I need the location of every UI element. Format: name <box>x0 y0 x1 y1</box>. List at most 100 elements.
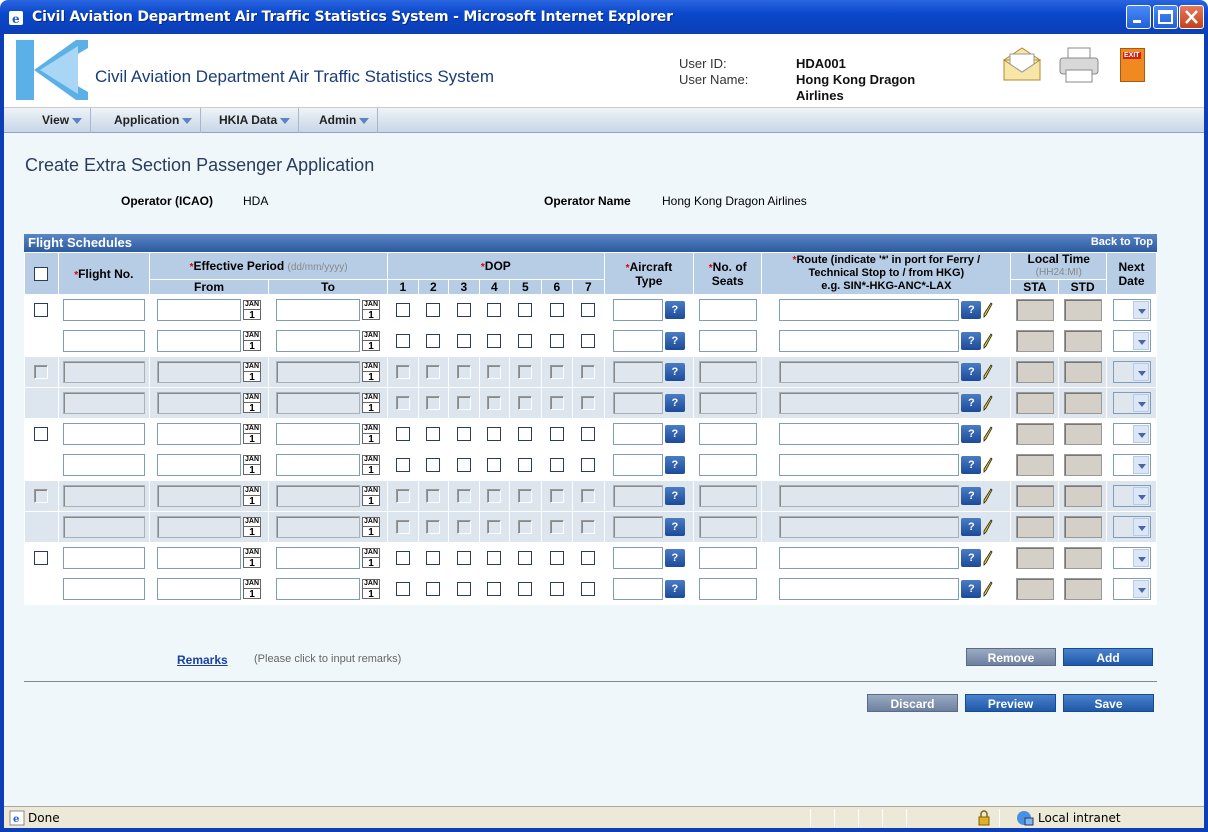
flight-no-input[interactable] <box>62 485 145 507</box>
preview-button[interactable]: Preview <box>965 694 1056 712</box>
dop-checkbox[interactable] <box>395 458 410 473</box>
dop-checkbox[interactable] <box>426 458 441 473</box>
back-to-top-link[interactable]: Back to Top <box>1091 236 1153 248</box>
remove-button[interactable]: Remove <box>966 648 1056 666</box>
dop-checkbox[interactable] <box>518 334 533 349</box>
std-input[interactable] <box>1063 299 1102 321</box>
dop-checkbox[interactable] <box>581 458 596 473</box>
dop-checkbox[interactable] <box>426 520 441 535</box>
next-date-select[interactable] <box>1112 547 1151 569</box>
print-icon[interactable] <box>1058 46 1100 84</box>
seats-input[interactable] <box>698 516 757 538</box>
lookup-button[interactable]: ? <box>664 363 685 381</box>
pencil-icon[interactable] <box>983 333 993 349</box>
to-date-input[interactable] <box>276 516 361 538</box>
menu-hkia-data[interactable]: HKIA Data <box>211 108 300 133</box>
menu-view[interactable]: View <box>34 108 92 133</box>
calendar-icon[interactable]: JAN 1 <box>243 331 262 352</box>
sta-input[interactable] <box>1015 485 1054 507</box>
route-input[interactable] <box>779 454 960 476</box>
dop-checkbox[interactable] <box>518 365 533 380</box>
sta-input[interactable] <box>1015 578 1054 600</box>
route-input[interactable] <box>779 423 960 445</box>
row-checkbox[interactable] <box>34 365 49 380</box>
std-input[interactable] <box>1063 578 1102 600</box>
std-input[interactable] <box>1063 423 1102 445</box>
dop-checkbox[interactable] <box>487 458 502 473</box>
dop-checkbox[interactable] <box>518 396 533 411</box>
flight-no-input[interactable] <box>62 392 145 414</box>
pencil-icon[interactable] <box>983 426 993 442</box>
dop-checkbox[interactable] <box>487 365 502 380</box>
dop-checkbox[interactable] <box>456 396 471 411</box>
pencil-icon[interactable] <box>983 488 993 504</box>
lookup-button[interactable]: ? <box>664 332 685 350</box>
dop-checkbox[interactable] <box>487 396 502 411</box>
route-input[interactable] <box>779 330 960 352</box>
next-date-select[interactable] <box>1112 454 1151 476</box>
flight-no-input[interactable] <box>62 547 145 569</box>
calendar-icon[interactable]: JAN 1 <box>362 362 381 383</box>
sta-input[interactable] <box>1015 454 1054 476</box>
lookup-button[interactable]: ? <box>961 394 982 412</box>
dop-checkbox[interactable] <box>549 396 564 411</box>
to-date-input[interactable] <box>276 361 361 383</box>
seats-input[interactable] <box>698 392 757 414</box>
aircraft-type-input[interactable] <box>612 454 663 476</box>
std-input[interactable] <box>1063 361 1102 383</box>
dop-checkbox[interactable] <box>395 365 410 380</box>
mail-icon[interactable] <box>1002 46 1042 84</box>
route-input[interactable] <box>779 547 960 569</box>
lookup-button[interactable]: ? <box>961 301 982 319</box>
aircraft-type-input[interactable] <box>612 547 663 569</box>
save-button[interactable]: Save <box>1063 694 1154 712</box>
to-date-input[interactable] <box>276 299 361 321</box>
calendar-icon[interactable]: JAN 1 <box>362 424 381 445</box>
from-date-input[interactable] <box>157 361 242 383</box>
lookup-button[interactable]: ? <box>664 394 685 412</box>
dop-checkbox[interactable] <box>456 365 471 380</box>
from-date-input[interactable] <box>157 547 242 569</box>
dop-checkbox[interactable] <box>456 334 471 349</box>
sta-input[interactable] <box>1015 423 1054 445</box>
lookup-button[interactable]: ? <box>961 332 982 350</box>
lookup-button[interactable]: ? <box>961 425 982 443</box>
aircraft-type-input[interactable] <box>612 330 663 352</box>
dop-checkbox[interactable] <box>581 582 596 597</box>
seats-input[interactable] <box>698 361 757 383</box>
next-date-select[interactable] <box>1112 423 1151 445</box>
flight-no-input[interactable] <box>62 423 145 445</box>
select-all-checkbox[interactable] <box>34 266 49 281</box>
dop-checkbox[interactable] <box>518 427 533 442</box>
lookup-button[interactable]: ? <box>961 487 982 505</box>
calendar-icon[interactable]: JAN 1 <box>362 517 381 538</box>
std-input[interactable] <box>1063 454 1102 476</box>
dop-checkbox[interactable] <box>456 582 471 597</box>
to-date-input[interactable] <box>276 392 361 414</box>
seats-input[interactable] <box>698 454 757 476</box>
to-date-input[interactable] <box>276 454 361 476</box>
from-date-input[interactable] <box>157 330 242 352</box>
to-date-input[interactable] <box>276 547 361 569</box>
pencil-icon[interactable] <box>983 364 993 380</box>
next-date-select[interactable] <box>1112 392 1151 414</box>
dop-checkbox[interactable] <box>426 427 441 442</box>
dop-checkbox[interactable] <box>581 303 596 318</box>
dop-checkbox[interactable] <box>456 427 471 442</box>
std-input[interactable] <box>1063 330 1102 352</box>
sta-input[interactable] <box>1015 516 1054 538</box>
aircraft-type-input[interactable] <box>612 299 663 321</box>
flight-no-input[interactable] <box>62 516 145 538</box>
sta-input[interactable] <box>1015 392 1054 414</box>
dop-checkbox[interactable] <box>426 489 441 504</box>
dop-checkbox[interactable] <box>456 551 471 566</box>
dop-checkbox[interactable] <box>395 334 410 349</box>
from-date-input[interactable] <box>157 392 242 414</box>
dop-checkbox[interactable] <box>549 458 564 473</box>
dop-checkbox[interactable] <box>518 582 533 597</box>
std-input[interactable] <box>1063 516 1102 538</box>
lookup-button[interactable]: ? <box>664 549 685 567</box>
sta-input[interactable] <box>1015 361 1054 383</box>
dop-checkbox[interactable] <box>581 551 596 566</box>
calendar-icon[interactable]: JAN 1 <box>243 517 262 538</box>
